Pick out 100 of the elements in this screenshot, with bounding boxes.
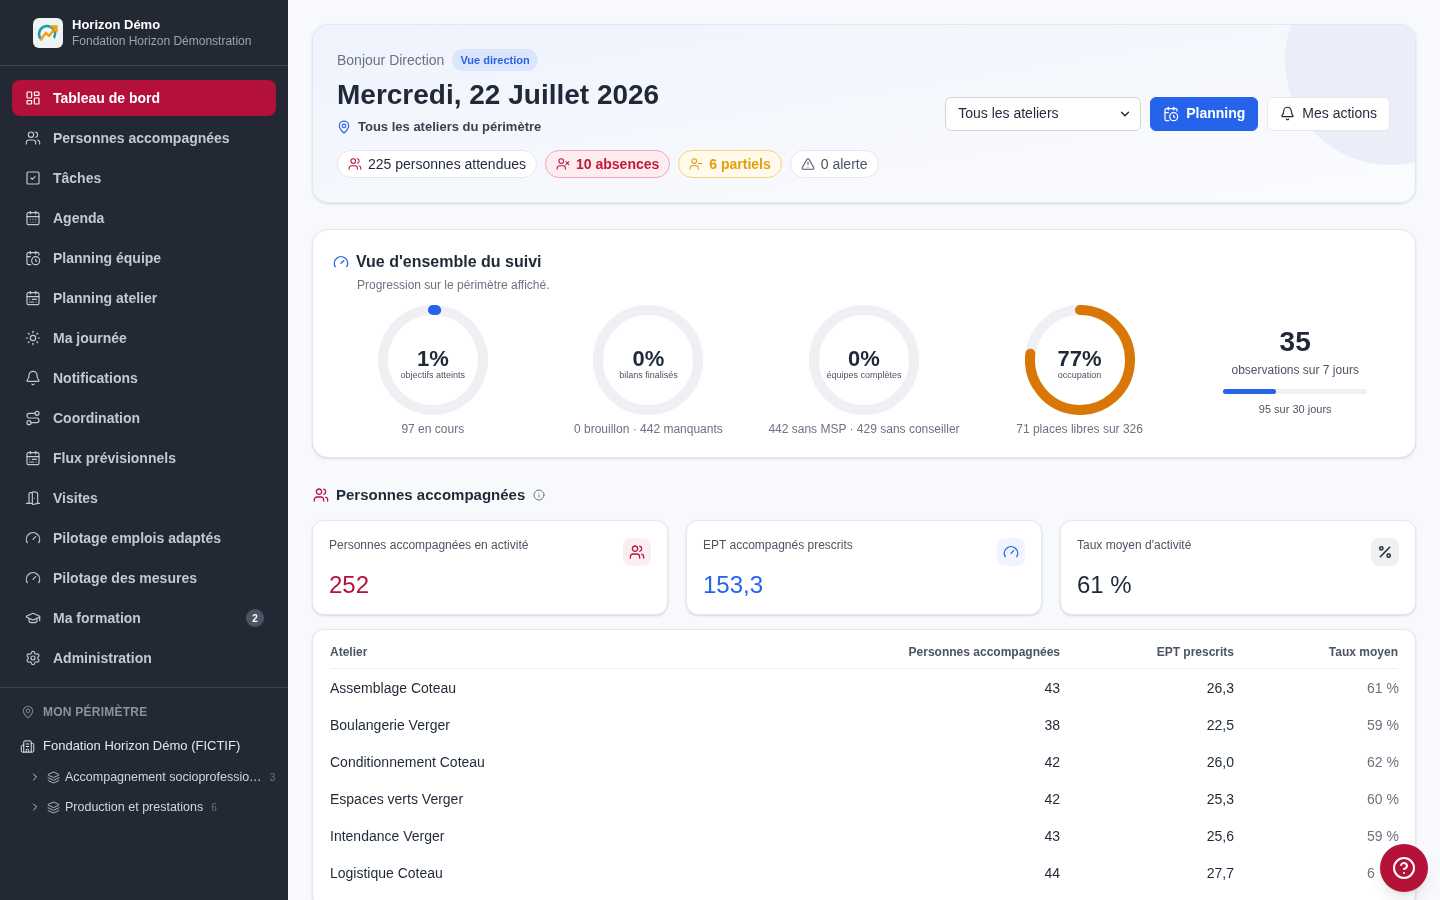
nav-item[interactable]: Administration xyxy=(12,640,276,676)
gauge-icon xyxy=(25,570,41,586)
item-count: 3 xyxy=(269,770,276,785)
building-icon xyxy=(20,738,35,754)
door-icon xyxy=(25,490,41,506)
bell-icon xyxy=(1280,106,1296,121)
table-cell: 38 xyxy=(1044,716,1060,733)
calendar-clock-icon xyxy=(1163,105,1180,122)
tree-item[interactable]: Production et prestations 6 xyxy=(29,797,276,817)
location-text: Tous les ateliers du périmètre xyxy=(358,118,542,137)
table-cell: 42 xyxy=(1044,790,1060,807)
observations-value: 35 xyxy=(1279,325,1311,359)
dashboard-icon xyxy=(25,90,41,106)
calendar-icon xyxy=(25,290,41,306)
nav-item[interactable]: Pilotage emplois adaptés xyxy=(12,520,276,556)
observations-caption: observations sur 7 jours xyxy=(1231,362,1359,378)
table-cell: 43 xyxy=(1044,679,1060,696)
nav-item[interactable]: Planning équipe xyxy=(12,240,276,276)
nav-item[interactable]: Personnes accompagnées xyxy=(12,120,276,156)
percent-value: 1% xyxy=(416,348,449,370)
info-icon xyxy=(533,489,546,501)
section-title: Personnes accompagnées xyxy=(336,484,526,505)
chip-label: 0 alerte xyxy=(820,154,868,174)
calendar-clock-icon xyxy=(25,250,41,266)
scope-heading: MON PÉRIMÈTRE xyxy=(43,703,148,721)
calendar-icon xyxy=(25,450,41,466)
tree-item[interactable]: Accompagnement socioprofessio… 3 xyxy=(29,767,276,787)
gauge-detail: 442 sans MSP · 429 sans conseiller xyxy=(768,421,960,437)
planning-button[interactable]: Planning xyxy=(1150,96,1259,131)
table-cell: Conditionnement Coteau xyxy=(330,753,485,770)
kpi-label: EPT accompagnés prescrits xyxy=(703,537,853,553)
table-cell: 59 % xyxy=(1367,717,1399,732)
percent-value: 0% xyxy=(632,348,665,370)
kpi-label: Taux moyen d'activité xyxy=(1077,537,1192,553)
help-icon xyxy=(1392,856,1416,880)
nav-item[interactable]: Planning atelier xyxy=(12,280,276,316)
user-cross-icon xyxy=(556,157,570,171)
checkbox-icon xyxy=(25,170,41,186)
nav-item[interactable]: Notifications xyxy=(12,360,276,396)
column-header: Atelier xyxy=(330,644,368,660)
section-subtitle: Progression sur le périmètre affiché. xyxy=(357,277,550,293)
gauge-icon xyxy=(333,254,349,270)
table-cell: Logistique Coteau xyxy=(330,864,443,881)
kpi-value: 153,3 xyxy=(703,570,765,600)
nav-item[interactable]: Coordination xyxy=(12,400,276,436)
ring-caption: occupation xyxy=(1057,370,1102,381)
route-icon xyxy=(25,410,41,426)
nav-item[interactable]: Ma formation 2 xyxy=(12,600,276,636)
people-icon xyxy=(25,130,41,146)
bell-icon xyxy=(25,370,41,386)
location-pin-icon xyxy=(21,705,35,719)
nav-item[interactable]: Pilotage des mesures xyxy=(12,560,276,596)
ring-caption: équipes complètes xyxy=(826,370,902,381)
ring-caption: bilans finalisés xyxy=(619,370,678,381)
gauge-detail: 97 en cours xyxy=(401,421,465,437)
kpi-value: 61 % xyxy=(1077,570,1133,600)
people-icon xyxy=(629,544,645,560)
percent-icon xyxy=(1377,544,1393,560)
role-badge: Vue direction xyxy=(452,49,538,71)
item-count: 6 xyxy=(211,800,217,815)
table-cell: 60 % xyxy=(1367,791,1399,806)
actions-button[interactable]: Mes actions xyxy=(1267,96,1390,131)
section-title: Vue d'ensemble du suivi xyxy=(356,252,542,272)
people-icon xyxy=(313,487,329,503)
table-cell: 25,6 xyxy=(1206,827,1234,844)
table-cell: 27,7 xyxy=(1206,864,1234,881)
nav-item[interactable]: Tableau de bord xyxy=(12,80,276,116)
tree-item-label: Accompagnement socioprofessio… xyxy=(65,768,262,786)
people-icon xyxy=(348,157,362,171)
chip-label: 6 partiels xyxy=(709,154,771,174)
tree-item[interactable]: Fondation Horizon Démo (FICTIF) xyxy=(20,736,276,756)
gauge-icon xyxy=(25,530,41,546)
nav-item[interactable]: Tâches xyxy=(12,160,276,196)
warning-icon xyxy=(800,157,815,171)
calendar-icon xyxy=(25,210,41,226)
nav-item[interactable]: Ma journée xyxy=(12,320,276,356)
table-cell: 42 xyxy=(1044,753,1060,770)
table-cell: Assemblage Coteau xyxy=(330,679,457,696)
gauge-icon xyxy=(1003,544,1019,560)
tree-item-label: Production et prestations xyxy=(65,798,204,816)
settings-icon xyxy=(25,650,41,666)
chip-label: 10 absences xyxy=(576,154,660,174)
workshop-select[interactable]: Tous les ateliers xyxy=(945,96,1142,131)
table-cell: Intendance Verger xyxy=(330,827,445,844)
column-header: Taux moyen xyxy=(1328,644,1398,660)
nav-item[interactable]: Flux prévisionnels xyxy=(12,440,276,476)
nav-item[interactable]: Agenda xyxy=(12,200,276,236)
table-cell: 6 xyxy=(1367,865,1375,880)
kpi-label: Personnes accompagnées en activité xyxy=(329,537,529,553)
column-header: EPT prescrits xyxy=(1156,644,1234,660)
table-cell: 26,0 xyxy=(1206,753,1234,770)
sun-icon xyxy=(25,330,41,346)
date-title: Mercredi, 22 Juillet 2026 xyxy=(337,78,661,112)
chip-label: 225 personnes attendues xyxy=(368,154,526,174)
layers-icon xyxy=(47,770,60,784)
gauge-detail: 0 brouillon · 442 manquants xyxy=(574,421,723,437)
layers-icon xyxy=(47,800,60,814)
brand-subtitle: Fondation Horizon Démonstration xyxy=(72,33,252,49)
nav-item[interactable]: Visites xyxy=(12,480,276,516)
logo-icon xyxy=(33,17,63,48)
